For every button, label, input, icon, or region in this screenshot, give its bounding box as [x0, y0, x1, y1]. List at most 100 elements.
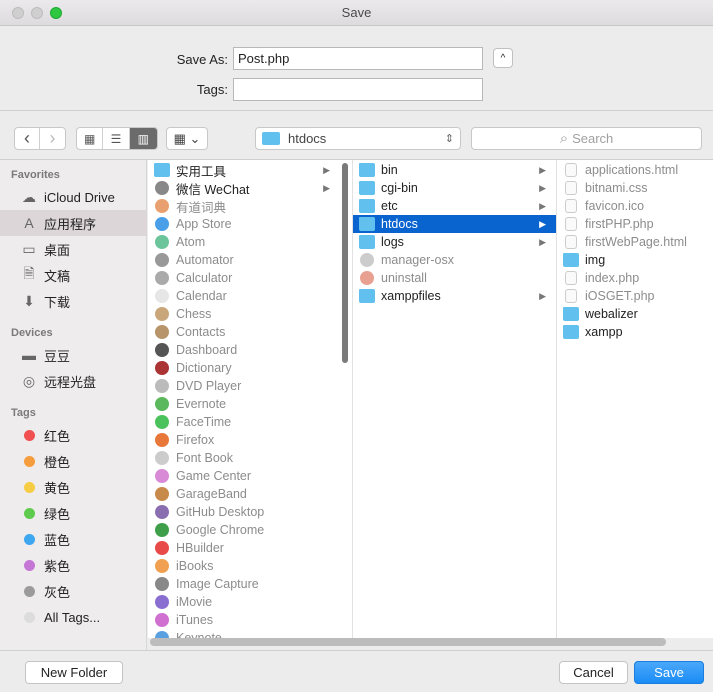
- location-popup[interactable]: htdocs ⇕: [255, 127, 461, 150]
- item-label: iBooks: [176, 559, 214, 573]
- list-item[interactable]: manager-osx: [353, 251, 556, 269]
- sidebar-icon: 🗎: [23, 265, 35, 281]
- sidebar-item[interactable]: 蓝色: [0, 526, 147, 552]
- sidebar-icon: ⬇: [23, 292, 35, 309]
- vertical-scrollbar[interactable]: [342, 163, 348, 363]
- sidebar-item[interactable]: All Tags...: [0, 604, 147, 630]
- sidebar-item-label: 下载: [44, 294, 71, 310]
- sidebar-item[interactable]: 绿色: [0, 500, 147, 526]
- list-item[interactable]: index.php: [557, 269, 713, 287]
- list-item[interactable]: logs ▶: [353, 233, 556, 251]
- list-item[interactable]: img: [557, 251, 713, 269]
- list-item[interactable]: 有道词典: [148, 197, 340, 215]
- list-item[interactable]: Automator: [148, 251, 340, 269]
- list-item[interactable]: 微信 WeChat ▶: [148, 179, 340, 197]
- list-item[interactable]: iTunes: [148, 611, 340, 629]
- sidebar-item[interactable]: 红色: [0, 422, 147, 448]
- list-item[interactable]: Game Center: [148, 467, 340, 485]
- item-label: Game Center: [176, 469, 252, 483]
- sidebar-item[interactable]: 黄色: [0, 474, 147, 500]
- list-item[interactable]: Calendar: [148, 287, 340, 305]
- list-item[interactable]: Chess: [148, 305, 340, 323]
- list-item[interactable]: Google Chrome: [148, 521, 340, 539]
- list-item[interactable]: applications.html: [557, 161, 713, 179]
- list-item[interactable]: iOSGET.php: [557, 287, 713, 305]
- list-item[interactable]: webalizer: [557, 305, 713, 323]
- search-field[interactable]: ⌕ Search: [471, 127, 702, 150]
- app-icon: [155, 451, 169, 465]
- sidebar-item[interactable]: ⬇ 下载: [0, 288, 147, 314]
- list-item[interactable]: GitHub Desktop: [148, 503, 340, 521]
- sidebar-item-label: 蓝色: [44, 532, 71, 548]
- item-label: applications.html: [585, 163, 679, 177]
- list-item[interactable]: Font Book: [148, 449, 340, 467]
- sidebar-item[interactable]: ◎ 远程光盘: [0, 368, 147, 394]
- horizontal-scrollbar[interactable]: [150, 638, 666, 646]
- save-as-input[interactable]: Post.php: [233, 47, 483, 70]
- list-item[interactable]: GarageBand: [148, 485, 340, 503]
- list-item[interactable]: firstWebPage.html: [557, 233, 713, 251]
- sidebar-item[interactable]: 橙色: [0, 448, 147, 474]
- sidebar-item[interactable]: 灰色: [0, 578, 147, 604]
- column-xampp[interactable]: bin ▶ cgi-bin ▶ etc ▶ htdocs ▶ logs ▶ manager-osx u…: [353, 160, 557, 638]
- save-button[interactable]: Save: [634, 661, 704, 684]
- close-button[interactable]: [12, 7, 24, 19]
- app-icon: [155, 235, 169, 249]
- sidebar-item[interactable]: 🗎 文稿: [0, 262, 147, 288]
- arrange-button[interactable]: ▦ ⌄: [166, 127, 208, 150]
- column-view-icon[interactable]: ▥: [129, 128, 157, 149]
- list-item[interactable]: Keynote: [148, 629, 340, 638]
- list-item[interactable]: Contacts: [148, 323, 340, 341]
- list-view-icon[interactable]: ☰: [103, 128, 130, 149]
- column-applications[interactable]: 实用工具 ▶ 微信 WeChat ▶ 有道词典 App Store Atom Automato…: [148, 160, 353, 638]
- list-item[interactable]: uninstall: [353, 269, 556, 287]
- list-item[interactable]: Firefox: [148, 431, 340, 449]
- title-bar: Save: [0, 0, 713, 26]
- list-item[interactable]: favicon.ico: [557, 197, 713, 215]
- list-item[interactable]: cgi-bin ▶: [353, 179, 556, 197]
- new-folder-button[interactable]: New Folder: [25, 661, 123, 684]
- cancel-button[interactable]: Cancel: [559, 661, 628, 684]
- app-icon: [155, 307, 169, 321]
- back-icon[interactable]: ‹: [15, 128, 41, 149]
- minimize-button[interactable]: [31, 7, 43, 19]
- tag-dot: [23, 455, 35, 467]
- list-item[interactable]: htdocs ▶: [353, 215, 556, 233]
- list-item[interactable]: iBooks: [148, 557, 340, 575]
- icon-view-icon[interactable]: ▦: [77, 128, 104, 149]
- column-htdocs[interactable]: applications.html bitnami.css favicon.ico f…: [557, 160, 713, 638]
- zoom-button[interactable]: [50, 7, 62, 19]
- sidebar-item[interactable]: ▭ 桌面: [0, 236, 147, 262]
- search-placeholder: Search: [572, 131, 614, 146]
- sidebar-icon: ◎: [22, 372, 36, 389]
- search-icon: ⌕: [559, 130, 569, 147]
- list-item[interactable]: FaceTime: [148, 413, 340, 431]
- list-item[interactable]: App Store: [148, 215, 340, 233]
- list-item[interactable]: firstPHP.php: [557, 215, 713, 233]
- list-item[interactable]: Atom: [148, 233, 340, 251]
- forward-icon[interactable]: ›: [40, 128, 65, 149]
- sidebar-item[interactable]: ☁ iCloud Drive: [0, 184, 147, 210]
- list-item[interactable]: Dashboard: [148, 341, 340, 359]
- sidebar-item[interactable]: A 应用程序: [0, 210, 147, 236]
- list-item[interactable]: bitnami.css: [557, 179, 713, 197]
- list-item[interactable]: DVD Player: [148, 377, 340, 395]
- list-item[interactable]: iMovie: [148, 593, 340, 611]
- list-item[interactable]: Calculator: [148, 269, 340, 287]
- list-item[interactable]: 实用工具 ▶: [148, 161, 340, 179]
- list-item[interactable]: xampp: [557, 323, 713, 341]
- sidebar-item[interactable]: ▬ 豆豆: [0, 342, 147, 368]
- list-item[interactable]: etc ▶: [353, 197, 556, 215]
- sidebar-icon: A: [24, 215, 34, 231]
- list-item[interactable]: xamppfiles ▶: [353, 287, 556, 305]
- list-item[interactable]: Image Capture: [148, 575, 340, 593]
- sidebar-item[interactable]: 紫色: [0, 552, 147, 578]
- list-item[interactable]: bin ▶: [353, 161, 556, 179]
- tag-dot: [23, 559, 35, 571]
- sidebar-icon: ▭: [22, 240, 36, 257]
- list-item[interactable]: HBuilder: [148, 539, 340, 557]
- list-item[interactable]: Dictionary: [148, 359, 340, 377]
- expand-toggle-button[interactable]: ^: [493, 48, 513, 68]
- tags-input[interactable]: [233, 78, 483, 101]
- list-item[interactable]: Evernote: [148, 395, 340, 413]
